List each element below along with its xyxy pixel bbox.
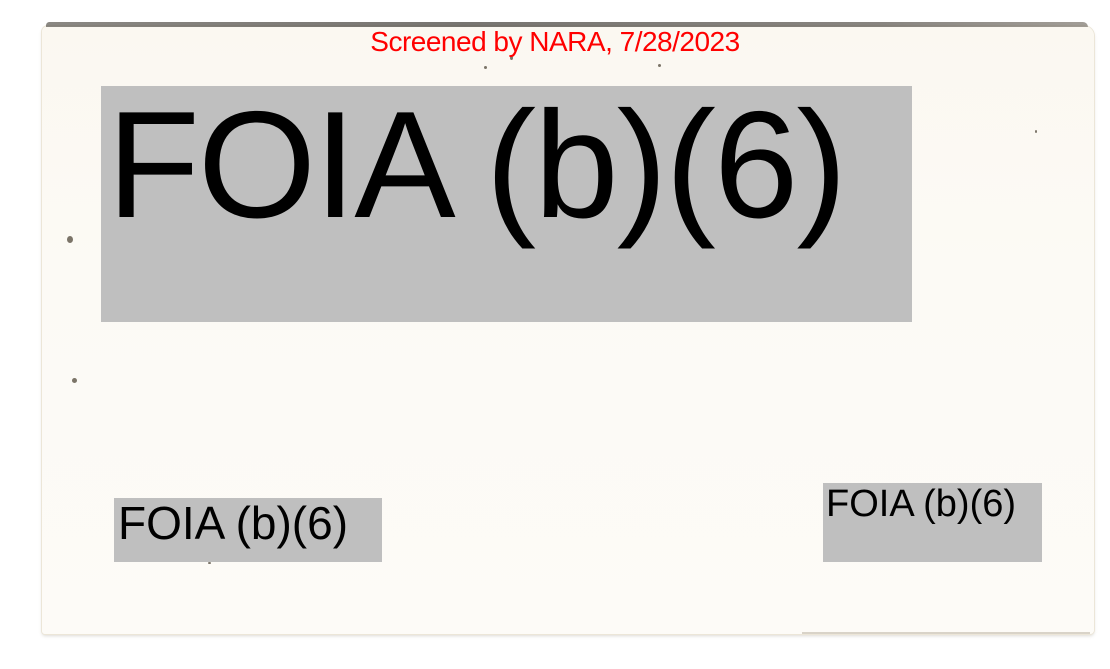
scan-speck: [658, 64, 661, 67]
redaction-label: FOIA (b)(6): [826, 483, 1017, 525]
scanned-page: Screened by NARA, 7/28/2023 FOIA (b)(6) …: [0, 0, 1110, 669]
scan-speck: [67, 236, 73, 243]
redaction-box-large: FOIA (b)(6): [101, 86, 912, 322]
redaction-box-bottom-left: FOIA (b)(6): [114, 498, 382, 562]
redaction-box-bottom-right: FOIA (b)(6): [823, 483, 1042, 562]
scan-speck: [484, 66, 487, 69]
redaction-label: FOIA (b)(6): [118, 497, 349, 549]
redaction-label: FOIA (b)(6): [107, 80, 847, 250]
nara-screening-stamp: Screened by NARA, 7/28/2023: [370, 26, 740, 57]
scan-speck: [208, 562, 211, 564]
scan-speck: [1035, 130, 1037, 133]
scan-speck: [72, 378, 77, 383]
